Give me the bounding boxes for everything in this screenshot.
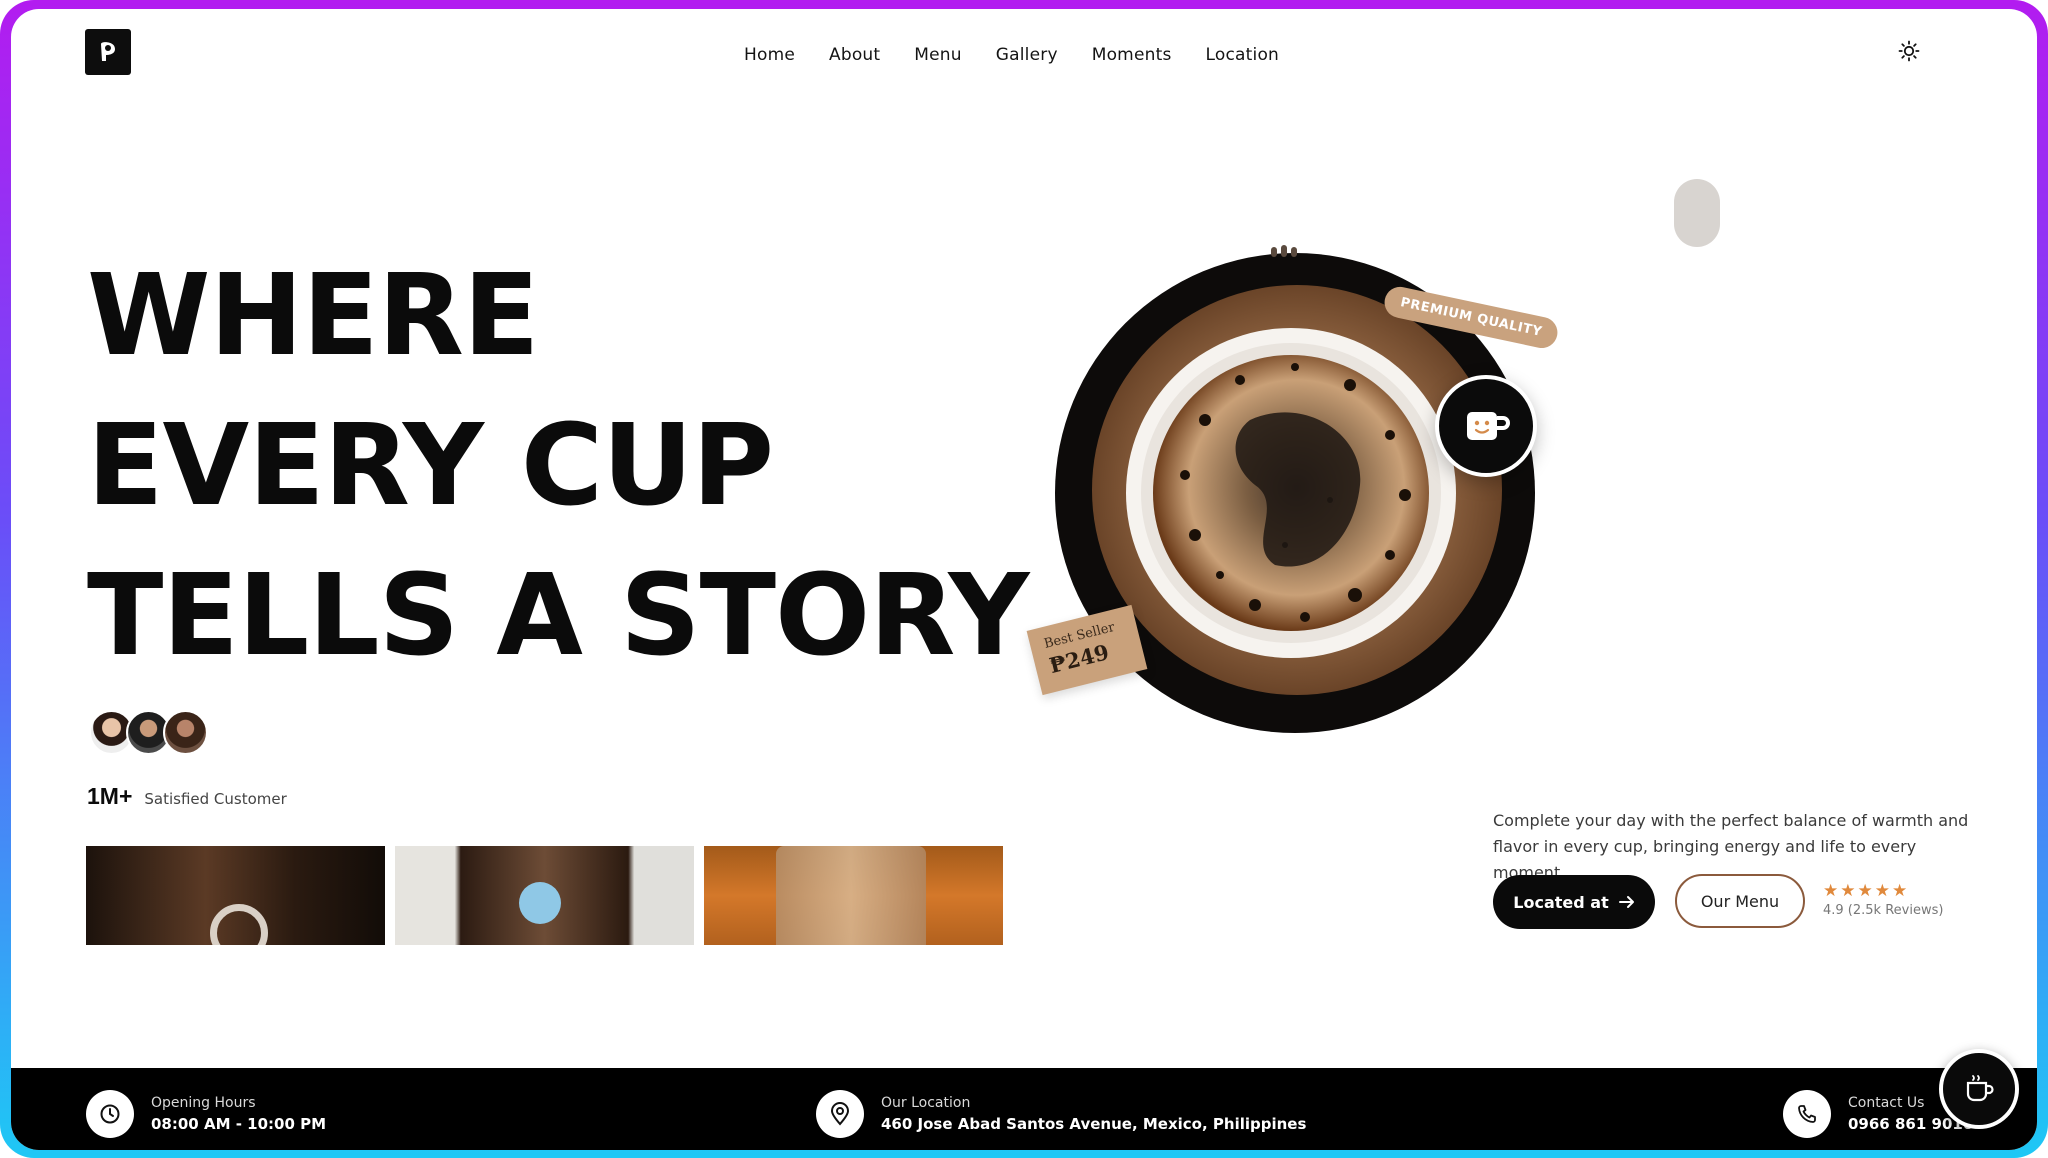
mug-icon: [1467, 412, 1510, 440]
coffee-logo-icon: [101, 42, 115, 61]
rating-stars: ★★★★★: [1823, 881, 1910, 900]
theme-toggle-button[interactable]: [1893, 35, 1925, 67]
map-pin-icon: [816, 1090, 864, 1138]
coffee-cup-icon: [1966, 1075, 1994, 1102]
stat-label: Satisfied Customer: [144, 790, 287, 808]
logo-icon[interactable]: [85, 29, 131, 75]
clock-icon-glyph: [100, 1104, 120, 1124]
stat-number: 1M+: [87, 783, 133, 809]
decorative-shape: [1674, 179, 1720, 247]
info-footer: Opening Hours 08:00 AM - 10:00 PM Our Lo…: [11, 1068, 2037, 1150]
nav-menu[interactable]: Menu: [914, 45, 961, 65]
gallery-thumbnail[interactable]: [704, 846, 1003, 945]
our-location: Our Location 460 Jose Abad Santos Avenue…: [816, 1068, 1306, 1150]
hero-title-line-3: TELLS A STORY: [87, 551, 1029, 681]
map-pin-icon-glyph: [830, 1102, 850, 1126]
avatar: [163, 710, 208, 755]
arrow-right-icon: [1618, 896, 1634, 908]
gallery-thumbnail[interactable]: [395, 846, 694, 945]
phone-icon: [1783, 1090, 1831, 1138]
hero-title-line-2: EVERY CUP: [87, 401, 774, 531]
customer-avatars: [89, 710, 208, 755]
gradient-frame: Home About Menu Gallery Moments Location…: [0, 0, 2048, 1158]
located-at-label: Located at: [1513, 892, 1609, 912]
mug-button[interactable]: [1435, 375, 1537, 477]
page: Home About Menu Gallery Moments Location…: [11, 9, 2037, 1150]
gallery-thumbnails: [86, 846, 1003, 945]
clock-icon: [86, 1090, 134, 1138]
rating-text: 4.9 (2.5k Reviews): [1823, 903, 1944, 918]
nav-moments[interactable]: Moments: [1092, 45, 1172, 65]
customer-stat: 1M+ Satisfied Customer: [87, 783, 287, 810]
our-menu-button[interactable]: Our Menu: [1675, 874, 1805, 928]
floating-coffee-button[interactable]: [1939, 1049, 2019, 1129]
hours-value: 08:00 AM - 10:00 PM: [151, 1115, 327, 1133]
nav-about[interactable]: About: [829, 45, 880, 65]
cup-logo-mark: [210, 904, 268, 945]
main-nav: Home About Menu Gallery Moments Location: [744, 45, 1313, 65]
cup-silhouette: [776, 846, 926, 945]
hero-title-line-1: WHERE: [87, 251, 540, 381]
opening-hours: Opening Hours 08:00 AM - 10:00 PM: [86, 1068, 326, 1150]
rating: ★★★★★ 4.9 (2.5k Reviews): [1823, 881, 1943, 918]
hours-label: Opening Hours: [151, 1095, 256, 1111]
location-label: Our Location: [881, 1095, 971, 1111]
gallery-thumbnail[interactable]: [86, 846, 385, 945]
location-value: 460 Jose Abad Santos Avenue, Mexico, Phi…: [881, 1115, 1307, 1133]
nav-location[interactable]: Location: [1206, 45, 1280, 65]
cup-logo-mark: [519, 882, 561, 924]
located-at-button[interactable]: Located at: [1493, 875, 1655, 929]
hero-title: WHERE EVERY CUP TELLS A STORY: [87, 241, 1029, 691]
phone-icon-glyph: [1798, 1105, 1816, 1123]
sun-icon: [1898, 40, 1920, 62]
nav-gallery[interactable]: Gallery: [996, 45, 1058, 65]
nav-home[interactable]: Home: [744, 45, 795, 65]
